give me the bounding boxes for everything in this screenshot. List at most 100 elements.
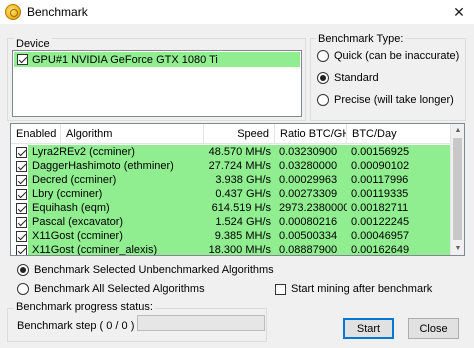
progress-step-text: Benchmark step ( 0 / 0 ) bbox=[17, 320, 135, 332]
radio-standard[interactable]: Standard bbox=[317, 72, 379, 84]
device-item[interactable]: GPU#1 NVIDIA GeForce GTX 1080 Ti bbox=[14, 52, 300, 67]
row-enabled-checkbox[interactable] bbox=[16, 174, 27, 186]
device-list[interactable]: GPU#1 NVIDIA GeForce GTX 1080 Ti bbox=[12, 50, 302, 117]
radio-all-selected[interactable]: Benchmark All Selected Algorithms bbox=[17, 283, 205, 295]
cell-algorithm: DaggerHashimoto (ethminer) bbox=[28, 159, 204, 173]
benchmark-type-legend: Benchmark Type: bbox=[316, 33, 406, 45]
cell-algorithm: X11Gost (ccminer) bbox=[28, 229, 204, 243]
cell-enabled bbox=[11, 215, 28, 229]
radio-precise-label: Precise (will take longer) bbox=[334, 94, 454, 106]
row-enabled-checkbox[interactable] bbox=[16, 202, 27, 214]
table-header: Enabled Algorithm Speed Ratio BTC/GH/...… bbox=[11, 124, 451, 144]
progress-legend: Benchmark progress status: bbox=[14, 301, 155, 313]
cell-speed: 9.385 MH/s bbox=[204, 229, 275, 243]
row-enabled-checkbox[interactable] bbox=[16, 244, 27, 255]
cell-ratio: 2973.23800000 bbox=[275, 201, 347, 215]
cell-btc-day: 0.00162649 bbox=[347, 243, 451, 255]
header-algorithm[interactable]: Algorithm bbox=[61, 124, 204, 144]
cell-algorithm: X11Gost (ccminer_alexis) bbox=[28, 243, 204, 255]
cell-ratio: 0.00273309 bbox=[275, 187, 347, 201]
cell-enabled bbox=[11, 145, 28, 159]
start-mining-after-label: Start mining after benchmark bbox=[291, 283, 433, 295]
header-btc-day[interactable]: BTC/Day bbox=[347, 124, 451, 144]
cell-algorithm: Equihash (eqm) bbox=[28, 201, 204, 215]
title-bar: Benchmark ✕ bbox=[0, 0, 474, 24]
radio-all-selected-label: Benchmark All Selected Algorithms bbox=[34, 283, 205, 295]
header-ratio[interactable]: Ratio BTC/GH/... bbox=[275, 124, 347, 144]
cell-algorithm: Lbry (ccminer) bbox=[28, 187, 204, 201]
row-enabled-checkbox[interactable] bbox=[16, 146, 27, 158]
device-checkbox[interactable] bbox=[17, 54, 28, 65]
table-scrollbar[interactable]: ▲ ▼ bbox=[450, 124, 464, 255]
cell-btc-day: 0.00122245 bbox=[347, 215, 451, 229]
radio-unbenchmarked-indicator[interactable] bbox=[17, 264, 29, 276]
row-enabled-checkbox[interactable] bbox=[16, 160, 27, 172]
cell-btc-day: 0.00156925 bbox=[347, 145, 451, 159]
cell-algorithm: Decred (ccminer) bbox=[28, 173, 204, 187]
table-row[interactable]: DaggerHashimoto (ethminer) 27.724 MH/s 0.0… bbox=[11, 159, 451, 173]
close-button[interactable]: Close bbox=[408, 318, 459, 339]
table-row[interactable]: Lbry (ccminer) 0.437 GH/s 0.00273309 0.0011… bbox=[11, 187, 451, 201]
start-mining-after-option[interactable]: Start mining after benchmark bbox=[275, 283, 432, 295]
scroll-down-icon[interactable]: ▼ bbox=[451, 242, 464, 255]
device-item-label: GPU#1 NVIDIA GeForce GTX 1080 Ti bbox=[32, 53, 218, 66]
close-window-button[interactable]: ✕ bbox=[444, 0, 474, 24]
cell-enabled bbox=[11, 173, 28, 187]
cell-btc-day: 0.00090102 bbox=[347, 159, 451, 173]
cell-algorithm: Lyra2REv2 (ccminer) bbox=[28, 145, 204, 159]
cell-speed: 3.938 GH/s bbox=[204, 173, 275, 187]
radio-quick-label: Quick (can be inaccurate) bbox=[334, 50, 460, 62]
radio-precise[interactable]: Precise (will take longer) bbox=[317, 94, 454, 106]
radio-unbenchmarked[interactable]: Benchmark Selected Unbenchmarked Algorit… bbox=[17, 264, 274, 276]
header-speed[interactable]: Speed bbox=[204, 124, 275, 144]
cell-btc-day: 0.00119335 bbox=[347, 187, 451, 201]
radio-unbenchmarked-label: Benchmark Selected Unbenchmarked Algorit… bbox=[34, 264, 274, 276]
row-enabled-checkbox[interactable] bbox=[16, 230, 27, 242]
radio-standard-indicator[interactable] bbox=[317, 72, 329, 84]
progress-bar bbox=[137, 315, 265, 331]
cell-enabled bbox=[11, 229, 28, 243]
table-row[interactable]: X11Gost (ccminer_alexis) 18.300 MH/s 0.088… bbox=[11, 243, 451, 255]
cell-btc-day: 0.00182711 bbox=[347, 201, 451, 215]
device-legend: Device bbox=[14, 38, 52, 50]
radio-quick-indicator[interactable] bbox=[317, 50, 329, 62]
cell-btc-day: 0.00117996 bbox=[347, 173, 451, 187]
cell-ratio: 0.03230900 bbox=[275, 145, 347, 159]
cell-enabled bbox=[11, 201, 28, 215]
cell-speed: 1.524 GH/s bbox=[204, 215, 275, 229]
table-row[interactable]: Equihash (eqm)614.519 H/s2973.238000000.… bbox=[11, 201, 451, 215]
algorithm-table[interactable]: Enabled Algorithm Speed Ratio BTC/GH/...… bbox=[10, 123, 465, 256]
radio-precise-indicator[interactable] bbox=[317, 94, 329, 106]
scroll-up-icon[interactable]: ▲ bbox=[451, 124, 464, 137]
cell-speed: 18.300 MH/s bbox=[204, 243, 275, 255]
cell-enabled bbox=[11, 243, 28, 255]
radio-all-selected-indicator[interactable] bbox=[17, 283, 29, 295]
table-row[interactable]: Decred (ccminer) 3.938 GH/s 0.00029963 0.00… bbox=[11, 173, 451, 187]
start-mining-after-checkbox[interactable] bbox=[275, 283, 286, 295]
cell-ratio: 0.00500334 bbox=[275, 229, 347, 243]
benchmark-coin-icon bbox=[5, 4, 21, 20]
row-enabled-checkbox[interactable] bbox=[16, 216, 27, 228]
cell-enabled bbox=[11, 187, 28, 201]
cell-btc-day: 0.00046957 bbox=[347, 229, 451, 243]
table-row[interactable]: X11Gost (ccminer) 9.385 MH/s 0.00500334 0.0… bbox=[11, 229, 451, 243]
row-enabled-checkbox[interactable] bbox=[16, 188, 27, 200]
cell-ratio: 0.00080216 bbox=[275, 215, 347, 229]
cell-speed: 0.437 GH/s bbox=[204, 187, 275, 201]
table-row[interactable]: Lyra2REv2 (ccminer) 48.570 MH/s 0.03230900… bbox=[11, 145, 451, 159]
cell-speed: 614.519 H/s bbox=[204, 201, 275, 215]
header-enabled[interactable]: Enabled bbox=[11, 124, 61, 144]
cell-algorithm: Pascal (excavator) bbox=[28, 215, 204, 229]
radio-standard-label: Standard bbox=[334, 72, 379, 84]
cell-ratio: 0.03280000 bbox=[275, 159, 347, 173]
cell-ratio: 0.00029963 bbox=[275, 173, 347, 187]
table-row[interactable]: Pascal (excavator) 1.524 GH/s 0.00080216 0.… bbox=[11, 215, 451, 229]
window-title: Benchmark bbox=[27, 5, 88, 19]
radio-quick[interactable]: Quick (can be inaccurate) bbox=[317, 50, 459, 62]
cell-speed: 48.570 MH/s bbox=[204, 145, 275, 159]
cell-enabled bbox=[11, 159, 28, 173]
scroll-thumb[interactable] bbox=[453, 138, 462, 240]
cell-ratio: 0.08887900 bbox=[275, 243, 347, 255]
start-button[interactable]: Start bbox=[343, 318, 394, 339]
cell-speed: 27.724 MH/s bbox=[204, 159, 275, 173]
